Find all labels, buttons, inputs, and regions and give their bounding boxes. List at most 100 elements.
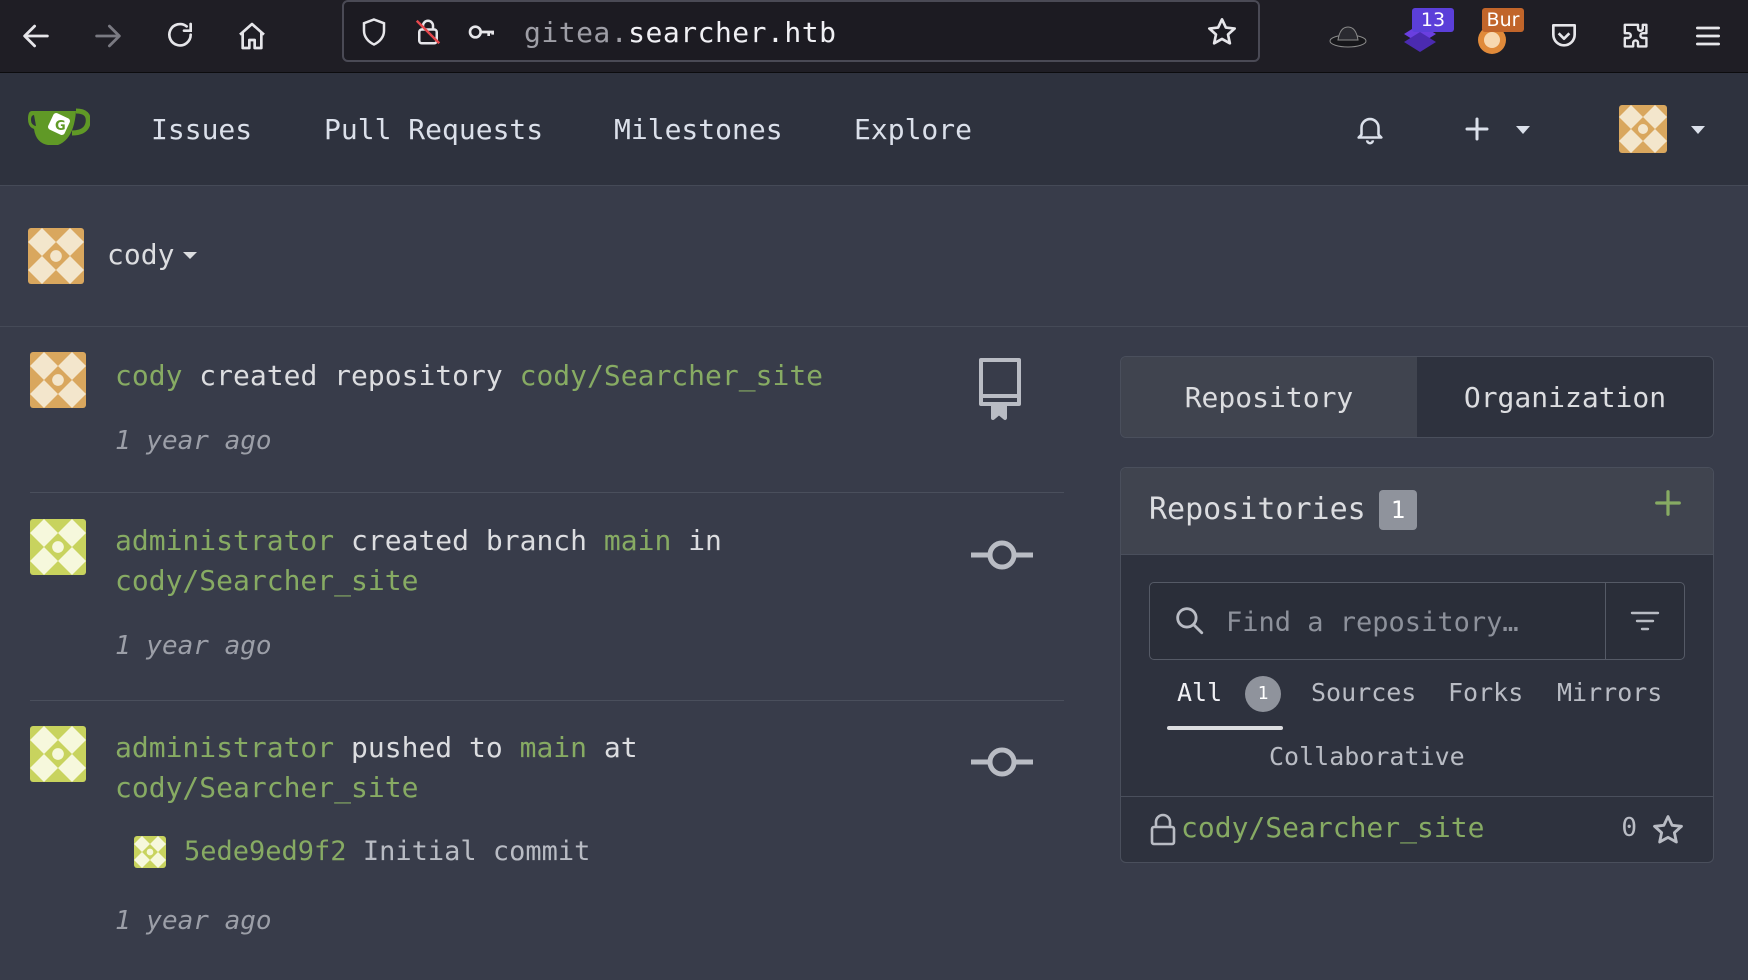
tab-repository[interactable]: Repository bbox=[1121, 357, 1417, 437]
url-subdomain: gitea. bbox=[524, 16, 629, 49]
user-menu-dropdown[interactable] bbox=[1608, 104, 1718, 154]
nav-pull-requests[interactable]: Pull Requests bbox=[324, 113, 543, 147]
commit-author-avatar[interactable] bbox=[134, 836, 166, 868]
feed-text-line-2: cody/Searcher_site bbox=[115, 768, 418, 808]
extension-badge-burp: Bur bbox=[1482, 8, 1524, 32]
repo-name-link[interactable]: cody/Searcher_site bbox=[1181, 811, 1484, 844]
repo-list-item[interactable]: cody/Searcher_site 0 bbox=[1121, 796, 1713, 862]
feed-time: 1 year ago bbox=[115, 631, 272, 661]
actor-avatar[interactable] bbox=[30, 726, 86, 782]
actor-link[interactable]: administrator bbox=[115, 524, 334, 557]
star-icon bbox=[1653, 815, 1683, 844]
branch-link[interactable]: main bbox=[604, 524, 671, 557]
home-button[interactable] bbox=[230, 14, 274, 58]
filter-tab-all-count: 1 bbox=[1245, 676, 1281, 712]
active-tab-underline bbox=[1167, 726, 1283, 730]
context-username: cody bbox=[107, 238, 175, 271]
filter-tab-all[interactable]: All bbox=[1177, 678, 1222, 707]
repo-search-box bbox=[1149, 582, 1685, 661]
actor-avatar[interactable] bbox=[30, 352, 86, 408]
svg-text:G: G bbox=[55, 119, 66, 134]
avatar bbox=[1619, 105, 1667, 153]
reload-icon bbox=[168, 22, 193, 47]
repo-search-input[interactable] bbox=[1224, 583, 1608, 661]
back-arrow-icon bbox=[23, 24, 49, 48]
dashboard-switcher: Repository Organization bbox=[1120, 356, 1714, 438]
feed-item: administrator pushed to main at cody/Sea… bbox=[30, 724, 1064, 944]
key-icon[interactable] bbox=[466, 16, 498, 48]
feed-text-line-1: administrator pushed to main at bbox=[115, 728, 638, 768]
repositories-header: Repositories 1 bbox=[1121, 468, 1713, 555]
filter-tab-forks[interactable]: Forks bbox=[1448, 678, 1523, 707]
commit-message: Initial commit bbox=[362, 836, 591, 867]
context-avatar bbox=[28, 228, 84, 284]
forward-arrow-icon bbox=[95, 24, 121, 48]
url-bar[interactable]: gitea.searcher.htb bbox=[342, 0, 1260, 62]
reload-button[interactable] bbox=[158, 14, 202, 58]
filter-tab-mirrors[interactable]: Mirrors bbox=[1557, 678, 1662, 707]
filter-button[interactable] bbox=[1605, 583, 1684, 659]
tab-organization[interactable]: Organization bbox=[1417, 357, 1713, 437]
plus-icon bbox=[1655, 490, 1681, 516]
forward-button[interactable] bbox=[86, 14, 130, 58]
commit-icon bbox=[968, 535, 1036, 575]
caret-down-icon bbox=[183, 252, 198, 259]
context-switcher-bar: cody bbox=[0, 186, 1748, 327]
repo-icon bbox=[970, 354, 1030, 424]
hat-icon[interactable] bbox=[1322, 10, 1374, 62]
commit-sha-link[interactable]: 5ede9ed9f2 bbox=[184, 836, 347, 867]
feed-time: 1 year ago bbox=[115, 426, 272, 456]
create-new-dropdown[interactable] bbox=[1452, 109, 1542, 149]
feed-text-line-1: administrator created branch main in bbox=[115, 521, 722, 561]
actor-link[interactable]: cody bbox=[115, 359, 182, 392]
gitea-logo-icon: G bbox=[28, 108, 91, 145]
repositories-panel: Repositories 1 All 1 Sources Forks Mirro… bbox=[1120, 467, 1714, 863]
extension-badge: 13 bbox=[1412, 8, 1454, 32]
repositories-title: Repositories bbox=[1149, 492, 1366, 527]
filter-tab-collaborative[interactable]: Collaborative bbox=[1269, 742, 1465, 771]
feed-action: created repository bbox=[199, 359, 503, 392]
repo-link[interactable]: cody/Searcher_site bbox=[115, 771, 418, 804]
context-user-dropdown[interactable]: cody bbox=[107, 236, 198, 274]
actor-link[interactable]: administrator bbox=[115, 731, 334, 764]
nav-issues[interactable]: Issues bbox=[151, 113, 252, 147]
feed-text-line-2: cody/Searcher_site bbox=[115, 561, 418, 601]
feed-time: 1 year ago bbox=[115, 906, 272, 936]
actor-avatar[interactable] bbox=[30, 519, 86, 575]
repo-star-count: 0 bbox=[1621, 813, 1637, 843]
branch-link[interactable]: main bbox=[520, 731, 587, 764]
nav-milestones[interactable]: Milestones bbox=[614, 113, 783, 147]
feed-connector: in bbox=[688, 524, 722, 557]
bookmark-star-icon[interactable] bbox=[1206, 16, 1238, 48]
search-icon bbox=[1176, 607, 1204, 635]
burp-extension-icon[interactable]: Bur bbox=[1466, 8, 1524, 62]
new-repo-button[interactable] bbox=[1653, 488, 1683, 522]
commit-row: 5ede9ed9f2 Initial commit bbox=[184, 832, 590, 872]
pocket-icon[interactable] bbox=[1538, 10, 1590, 62]
notifications-bell-icon[interactable] bbox=[1350, 109, 1390, 149]
gitea-navbar: G Issues Pull Requests Milestones Explor… bbox=[0, 73, 1748, 186]
plus-icon bbox=[1465, 117, 1489, 141]
gitea-logo[interactable]: G bbox=[28, 103, 91, 153]
tracking-shield-icon[interactable] bbox=[358, 16, 390, 48]
url-text[interactable]: gitea.searcher.htb bbox=[524, 16, 836, 50]
repo-link[interactable]: cody/Searcher_site bbox=[520, 359, 823, 392]
feed-connector: at bbox=[603, 731, 638, 764]
caret-down-icon bbox=[1691, 126, 1705, 134]
commit-icon bbox=[968, 742, 1036, 782]
feed-action: pushed to bbox=[351, 731, 503, 764]
stack-extension-icon[interactable]: 13 bbox=[1394, 8, 1454, 62]
feed-text: cody created repository cody/Searcher_si… bbox=[115, 356, 823, 396]
extensions-icon[interactable] bbox=[1610, 10, 1662, 62]
feed-divider bbox=[30, 492, 1064, 493]
feed-action: created branch bbox=[351, 524, 588, 557]
nav-explore[interactable]: Explore bbox=[854, 113, 972, 147]
back-button[interactable] bbox=[14, 14, 58, 58]
repo-link[interactable]: cody/Searcher_site bbox=[115, 564, 418, 597]
filter-icon bbox=[1630, 611, 1660, 631]
insecure-lock-icon[interactable] bbox=[412, 16, 444, 48]
private-lock-icon bbox=[1150, 813, 1176, 846]
filter-tab-sources[interactable]: Sources bbox=[1311, 678, 1416, 707]
feed-item: cody created repository cody/Searcher_si… bbox=[30, 350, 1064, 493]
menu-icon[interactable] bbox=[1682, 10, 1734, 62]
